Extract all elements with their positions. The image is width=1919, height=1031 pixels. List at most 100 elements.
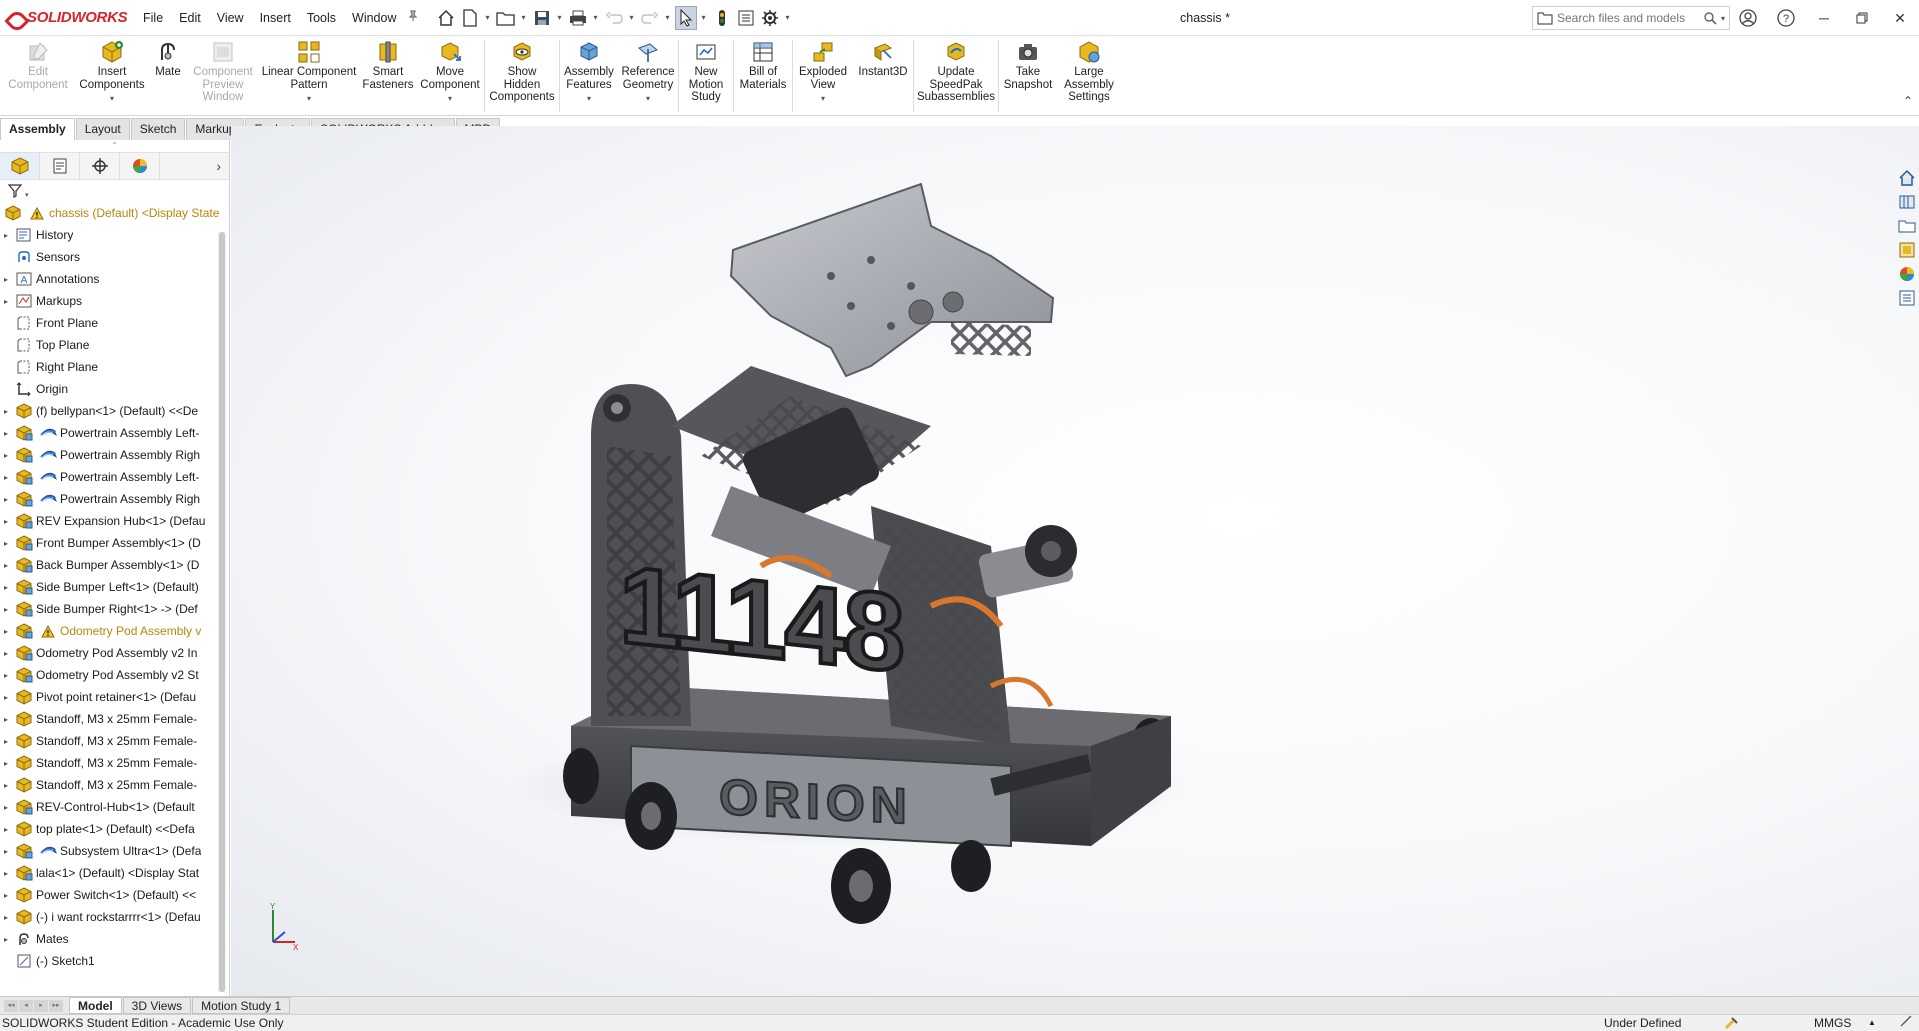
tree-item[interactable]: ▸ Powertrain Assembly Righ bbox=[0, 444, 229, 466]
chevron-down-icon[interactable]: ▾ bbox=[555, 13, 565, 22]
prev-tab-icon[interactable]: ◂ bbox=[19, 999, 33, 1012]
quick-tips-icon[interactable] bbox=[1900, 1015, 1912, 1031]
units-chevron-icon[interactable]: ▲ bbox=[1868, 1015, 1876, 1031]
expand-arrow-icon[interactable]: ▸ bbox=[0, 935, 12, 944]
rebuild-icon[interactable] bbox=[711, 6, 733, 30]
scrollbar-thumb[interactable] bbox=[219, 232, 225, 992]
chevron-down-icon[interactable]: ▾ bbox=[663, 13, 673, 22]
chevron-down-icon[interactable]: ▾ bbox=[646, 93, 650, 106]
update-speedpak-button[interactable]: Update SpeedPak Subassemblies bbox=[914, 36, 998, 115]
tree-item[interactable]: ▸ Standoff, M3 x 25mm Female- bbox=[0, 730, 229, 752]
tree-item[interactable]: ▸ (-) i want rockstarrrr<1> (Defau bbox=[0, 906, 229, 928]
menu-view[interactable]: View bbox=[209, 0, 252, 36]
tab-motion-study-1[interactable]: Motion Study 1 bbox=[192, 997, 291, 1014]
property-manager-tab-icon[interactable] bbox=[40, 153, 80, 179]
save-icon[interactable] bbox=[531, 6, 553, 30]
tree-item[interactable]: ▸ Subsystem Ultra<1> (Defa bbox=[0, 840, 229, 862]
expand-arrow-icon[interactable]: ▸ bbox=[0, 781, 12, 790]
expand-arrow-icon[interactable]: ▸ bbox=[0, 693, 12, 702]
expand-arrow-icon[interactable]: ▸ bbox=[0, 561, 12, 570]
tree-filter[interactable]: ▾ bbox=[0, 180, 229, 202]
panel-grip[interactable]: ⌃ bbox=[0, 140, 229, 152]
display-manager-tab-icon[interactable] bbox=[120, 153, 160, 179]
tree-item[interactable]: ▸ Powertrain Assembly Left- bbox=[0, 422, 229, 444]
solidworks-resources-icon[interactable] bbox=[1897, 168, 1917, 188]
custom-properties-icon[interactable] bbox=[1897, 288, 1917, 308]
expand-arrow-icon[interactable]: ▸ bbox=[0, 605, 12, 614]
move-component-button[interactable]: Move Component ▾ bbox=[416, 36, 484, 115]
appearances-scenes-icon[interactable] bbox=[1897, 264, 1917, 284]
robot-model[interactable]: ORION 11148 bbox=[231, 126, 1919, 996]
new-document-icon[interactable] bbox=[459, 6, 481, 30]
help-icon[interactable]: ? bbox=[1767, 0, 1805, 36]
tab-sketch[interactable]: Sketch bbox=[130, 118, 186, 140]
next-tab-icon[interactable]: ▸ bbox=[34, 999, 48, 1012]
tree-item[interactable]: ▸ Side Bumper Left<1> (Default) bbox=[0, 576, 229, 598]
chevron-down-icon[interactable]: ▾ bbox=[783, 13, 793, 22]
chevron-down-icon[interactable]: ▾ bbox=[699, 13, 709, 22]
tree-item[interactable]: ▸ Odometry Pod Assembly v bbox=[0, 620, 229, 642]
tree-root[interactable]: chassis (Default) <Display State bbox=[0, 202, 229, 224]
tree-item[interactable]: Top Plane bbox=[0, 334, 229, 356]
print-icon[interactable] bbox=[567, 6, 589, 30]
filter-chevron-icon[interactable]: ▾ bbox=[25, 191, 29, 199]
tab-assembly[interactable]: Assembly bbox=[0, 118, 75, 140]
expand-arrow-icon[interactable]: ▸ bbox=[0, 231, 12, 240]
tree-item[interactable]: ▸ Side Bumper Right<1> -> (Def bbox=[0, 598, 229, 620]
tree-item[interactable]: ▸ Standoff, M3 x 25mm Female- bbox=[0, 752, 229, 774]
tab-3d-views[interactable]: 3D Views bbox=[122, 997, 192, 1014]
take-snapshot-button[interactable]: Take Snapshot bbox=[999, 36, 1057, 115]
expand-arrow-icon[interactable]: ▸ bbox=[0, 759, 12, 768]
expand-arrow-icon[interactable]: ▸ bbox=[0, 649, 12, 658]
expand-arrow-icon[interactable]: ▸ bbox=[0, 473, 12, 482]
configuration-manager-tab-icon[interactable] bbox=[80, 153, 120, 179]
chevron-down-icon[interactable]: ▾ bbox=[110, 93, 114, 106]
filter-icon[interactable] bbox=[8, 184, 24, 198]
tree-item[interactable]: ▸ Power Switch<1> (Default) << bbox=[0, 884, 229, 906]
expand-arrow-icon[interactable]: ▸ bbox=[0, 869, 12, 878]
chevron-down-icon[interactable]: ▾ bbox=[448, 93, 452, 106]
exploded-view-button[interactable]: Exploded View ▾ bbox=[793, 36, 853, 115]
menu-tools[interactable]: Tools bbox=[299, 0, 344, 36]
first-tab-icon[interactable]: ◂◂ bbox=[4, 999, 18, 1012]
mate-button[interactable]: Mate bbox=[148, 36, 188, 115]
minimize-icon[interactable]: ─ bbox=[1805, 0, 1843, 36]
expand-arrow-icon[interactable]: ▸ bbox=[0, 825, 12, 834]
expand-arrow-icon[interactable]: ▸ bbox=[0, 539, 12, 548]
expand-panel-icon[interactable]: › bbox=[216, 158, 221, 174]
graphics-area[interactable]: ORION 11148 ▾ ▾ ▾ ▾ ▾ ▯ ▯ ─ bbox=[231, 126, 1919, 996]
expand-arrow-icon[interactable]: ▸ bbox=[0, 671, 12, 680]
pin-icon[interactable] bbox=[407, 10, 421, 25]
file-properties-icon[interactable] bbox=[735, 6, 757, 30]
tree-item[interactable]: (-) Sketch1 bbox=[0, 950, 229, 972]
restore-icon[interactable] bbox=[1843, 0, 1881, 36]
expand-arrow-icon[interactable]: ▸ bbox=[0, 627, 12, 636]
chevron-down-icon[interactable]: ▾ bbox=[307, 93, 311, 106]
assembly-features-button[interactable]: Assembly Features ▾ bbox=[560, 36, 618, 115]
tree-item[interactable]: Front Plane bbox=[0, 312, 229, 334]
tree-item[interactable]: ▸ lala<1> (Default) <Display Stat bbox=[0, 862, 229, 884]
tree-item[interactable]: Right Plane bbox=[0, 356, 229, 378]
tree-item[interactable]: Origin bbox=[0, 378, 229, 400]
tab-layout[interactable]: Layout bbox=[75, 118, 130, 140]
tree-scrollbar[interactable] bbox=[218, 232, 226, 992]
new-motion-study-button[interactable]: New Motion Study bbox=[679, 36, 733, 115]
collapse-ribbon-icon[interactable]: ⌃ bbox=[1903, 94, 1913, 108]
expand-arrow-icon[interactable]: ▸ bbox=[0, 407, 12, 416]
chevron-down-icon[interactable]: ▾ bbox=[591, 13, 601, 22]
file-explorer-icon[interactable] bbox=[1897, 216, 1917, 236]
tree-item[interactable]: ▸ Markups bbox=[0, 290, 229, 312]
user-account-icon[interactable] bbox=[1729, 0, 1767, 36]
unit-system[interactable]: MMGS bbox=[1814, 1015, 1851, 1031]
open-folder-icon[interactable] bbox=[495, 6, 517, 30]
select-pointer-icon[interactable] bbox=[674, 5, 697, 30]
tree-item[interactable]: ▸ REV Expansion Hub<1> (Defau bbox=[0, 510, 229, 532]
bill-of-materials-button[interactable]: Bill of Materials bbox=[734, 36, 792, 115]
tree-item[interactable]: ▸ Standoff, M3 x 25mm Female- bbox=[0, 708, 229, 730]
tree-item[interactable]: ▸ Back Bumper Assembly<1> (D bbox=[0, 554, 229, 576]
chevron-down-icon[interactable]: ▾ bbox=[627, 13, 637, 22]
expand-arrow-icon[interactable]: ▸ bbox=[0, 803, 12, 812]
expand-arrow-icon[interactable]: ▸ bbox=[0, 737, 12, 746]
home-icon[interactable] bbox=[435, 6, 457, 30]
chevron-down-icon[interactable]: ▾ bbox=[483, 13, 493, 22]
